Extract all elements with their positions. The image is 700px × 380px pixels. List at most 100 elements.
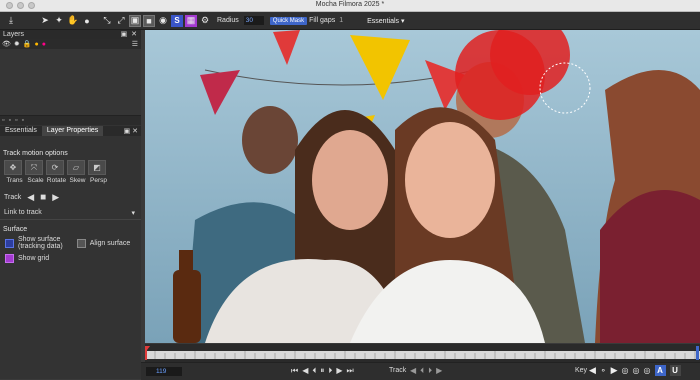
duplicate-layer-icon[interactable]: ▫	[8, 117, 10, 124]
step-back-icon[interactable]: ◀	[302, 366, 308, 376]
key-option-icon[interactable]: ◎	[622, 366, 629, 375]
left-panel: Layers ▣ ✕ 👁 ✹ 🔒 ● ● ☰ ▫ ▫ ▫ ▫ Essential…	[0, 30, 141, 379]
show-surface-icon[interactable]	[5, 238, 14, 248]
u-button[interactable]: U	[669, 365, 681, 376]
panel-controls[interactable]: ▣ ✕	[121, 30, 138, 39]
panel-controls[interactable]: ▣ ✕	[124, 127, 138, 135]
link-to-track-label: Link to track	[4, 209, 42, 216]
video-frame[interactable]	[145, 30, 700, 343]
radius-input[interactable]: 30	[243, 16, 264, 25]
timeline[interactable]	[145, 344, 700, 362]
show-grid-icon[interactable]	[5, 254, 14, 263]
link-to-track-select[interactable]: Link to track ▾	[0, 209, 141, 220]
track-forward-one-icon[interactable]: ⏵	[428, 366, 432, 376]
align-surface-label[interactable]: Align surface	[90, 240, 130, 247]
workspace-select[interactable]: Essentials ▾	[367, 17, 404, 25]
track-playback-controls: ◀ ⏴ ⏵ ▶	[410, 366, 442, 376]
video-viewer[interactable]	[145, 30, 700, 343]
rotate-icon[interactable]: ⟳	[46, 160, 64, 175]
persp-label: Persp	[90, 177, 107, 184]
brush-tool-icon[interactable]: ▣	[129, 14, 141, 27]
track-forward-icon[interactable]: ▶	[436, 366, 442, 376]
visibility-icon[interactable]: 👁	[2, 40, 11, 48]
rotate-label: Rotate	[46, 177, 67, 184]
window-title: Mocha Filmora 2025 *	[315, 1, 385, 8]
track-back-one-icon[interactable]: ⏴	[420, 366, 424, 376]
timeline-ruler[interactable]	[145, 344, 700, 362]
lock-icon[interactable]: 🔒	[23, 40, 32, 48]
fill-gaps-input[interactable]: 1	[339, 17, 343, 24]
scale-label: Scale	[27, 177, 44, 184]
track-motion-heading: Track motion options	[3, 150, 68, 157]
window-titlebar: Mocha Filmora 2025 *	[0, 0, 700, 12]
key-option3-icon[interactable]: ◎	[644, 366, 651, 375]
show-surface-button[interactable]: Show surface (tracking data)	[18, 236, 63, 250]
color-icon[interactable]: ●	[34, 41, 38, 48]
trans-label: Trans	[6, 177, 23, 184]
save-icon[interactable]: ⤓	[5, 15, 17, 27]
skew-icon[interactable]: ▱	[67, 160, 85, 175]
translate-icon[interactable]: ✥	[4, 160, 22, 175]
track-motion-labels: Trans Scale Rotate Skew Persp	[0, 177, 141, 184]
keyframe-controls: ◀ ⚬ ▶ ◎ ◎ ◎ A U	[589, 365, 681, 376]
palette-icon[interactable]: ●	[42, 41, 46, 48]
grid-row: Show grid	[0, 254, 141, 263]
tab-layer-properties[interactable]: Layer Properties	[41, 126, 104, 136]
out-point-marker[interactable]	[696, 346, 699, 360]
auto-key-button[interactable]: A	[654, 365, 666, 376]
quick-mask-button[interactable]: Quick Mask	[269, 16, 308, 25]
bezier-tool-icon[interactable]: ⤢	[115, 15, 127, 27]
layers-toolbar: 👁 ✹ 🔒 ● ● ☰	[0, 39, 141, 49]
align-surface-icon[interactable]	[76, 238, 86, 248]
transport-bar: 119 ⏮ ◀ ⏴ ⏸ ⏵ ▶ ⏭ Track ◀ ⏴ ⏵ ▶ Key ◀ ⚬ …	[141, 362, 700, 380]
workspace-select-value: Essentials	[367, 17, 400, 25]
zoom-tool-icon[interactable]: ●	[81, 15, 93, 27]
play-backward-icon[interactable]: ⏴	[312, 366, 316, 376]
track-motion-buttons: ✥ ⤧ ⟳ ▱ ◩	[0, 160, 141, 175]
hand-tool-icon[interactable]: ✋	[67, 15, 79, 27]
layers-menu-icon[interactable]: ☰	[132, 40, 138, 48]
group-layer-icon[interactable]: ▫	[21, 117, 23, 124]
go-to-end-icon[interactable]: ⏭	[347, 366, 354, 376]
step-forward-icon[interactable]: ▶	[336, 366, 342, 376]
show-grid-label[interactable]: Show grid	[18, 255, 49, 262]
scale-icon[interactable]: ⤧	[25, 160, 43, 175]
radius-label: Radius	[217, 17, 239, 24]
ellipse-tool-icon[interactable]: ◉	[157, 15, 169, 27]
track-backward-icon[interactable]: ◀	[27, 192, 34, 203]
layers-panel-title: Layers	[3, 31, 25, 38]
settings-icon[interactable]: ✹	[14, 40, 20, 48]
track-forward-icon[interactable]: ▶	[52, 192, 59, 203]
surface-heading: Surface	[3, 226, 28, 233]
key-label: Key	[575, 367, 588, 374]
rectangle-tool-icon[interactable]: ■	[143, 14, 155, 27]
select-tool-icon[interactable]: ➤	[39, 15, 51, 27]
play-forward-icon[interactable]: ⏵	[328, 366, 332, 376]
perspective-icon[interactable]: ◩	[88, 160, 106, 175]
prev-key-icon[interactable]: ◀	[589, 365, 596, 376]
layers-list[interactable]	[0, 49, 141, 116]
frame-input[interactable]: 119	[146, 367, 182, 376]
skew-label: Skew	[69, 177, 86, 184]
add-key-icon[interactable]: ⚬	[600, 366, 607, 375]
chevron-down-icon: ▾	[131, 210, 135, 217]
add-layer-icon[interactable]: ▫	[2, 117, 4, 124]
grid-tool-icon[interactable]: ▦	[185, 14, 197, 27]
surface-tool-icon[interactable]: S	[171, 14, 183, 27]
playback-controls: ⏮ ◀ ⏴ ⏸ ⏵ ▶ ⏭	[291, 366, 354, 376]
layers-footer: ▫ ▫ ▫ ▫	[0, 116, 141, 125]
tool-options-icon[interactable]: ⚙	[199, 15, 211, 27]
properties-tabs: Essentials Layer Properties ▣ ✕	[0, 126, 141, 136]
track-stop-icon[interactable]: ■	[40, 192, 46, 203]
chevron-down-icon: ▾	[400, 17, 405, 25]
pause-icon[interactable]: ⏸	[320, 366, 324, 376]
delete-layer-icon[interactable]: ▫	[15, 117, 17, 124]
key-option2-icon[interactable]: ◎	[633, 366, 640, 375]
go-to-start-icon[interactable]: ⏮	[291, 366, 298, 376]
track-backward-icon[interactable]: ◀	[410, 366, 416, 376]
layers-panel-header: Layers ▣ ✕	[0, 30, 141, 39]
xspline-tool-icon[interactable]: ⤡	[101, 15, 113, 27]
tab-essentials[interactable]: Essentials	[0, 126, 42, 136]
next-key-icon[interactable]: ▶	[611, 365, 618, 376]
add-point-tool-icon[interactable]: ✦	[53, 15, 65, 27]
